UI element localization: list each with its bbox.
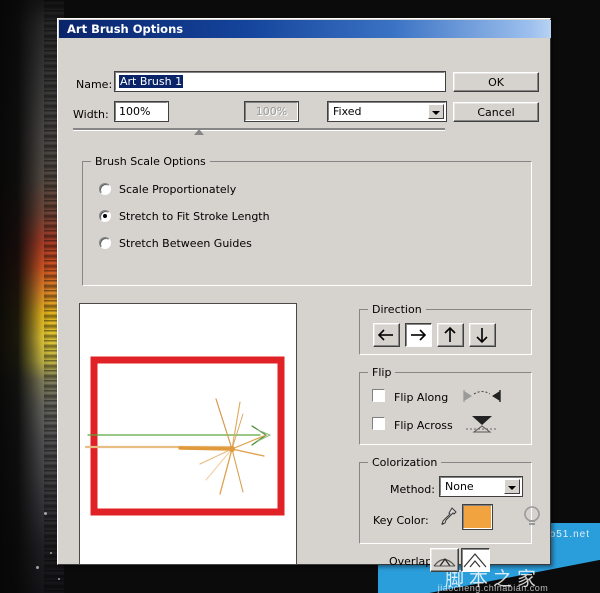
arrow-up-icon xyxy=(444,326,456,342)
art-brush-options-dialog: Art Brush Options Name: Art Brush 1 Widt… xyxy=(57,18,551,572)
radio-label: Scale Proportionately xyxy=(119,183,237,196)
method-label: Method: xyxy=(390,483,435,496)
overlap-prevented-button[interactable] xyxy=(461,548,490,572)
ok-button-label: OK xyxy=(488,76,504,89)
flip-across-label: Flip Across xyxy=(394,419,453,432)
width-variance-value: 100% xyxy=(255,105,288,118)
direction-title: Direction xyxy=(368,303,426,316)
radio-label: Stretch to Fit Stroke Length xyxy=(119,210,270,223)
radio-button[interactable] xyxy=(99,237,111,249)
arrow-down-icon xyxy=(476,328,488,344)
flip-title: Flip xyxy=(368,366,396,379)
tip-bulb-icon[interactable] xyxy=(522,505,542,529)
brush-preview[interactable] xyxy=(79,303,297,565)
colorization-method-value: None xyxy=(445,480,474,493)
direction-group: Direction xyxy=(359,303,532,355)
cancel-button-label: Cancel xyxy=(477,106,515,119)
key-color-swatch[interactable] xyxy=(462,504,493,530)
brush-scale-options-title: Brush Scale Options xyxy=(91,155,210,168)
brush-preview-artwork xyxy=(84,356,285,516)
flip-across-checkbox[interactable] xyxy=(371,416,386,431)
width-slider-track[interactable] xyxy=(73,128,445,131)
watermark-site: jb51.net xyxy=(546,529,590,540)
background-photo-shadow xyxy=(0,0,64,593)
overlap-allowed-icon xyxy=(433,557,456,567)
direction-up-button[interactable] xyxy=(437,323,464,347)
flip-along-icon xyxy=(463,390,501,402)
width-input-value: 100% xyxy=(119,105,151,118)
watermark-latin-text: jiaocheng.chinabian.com xyxy=(437,583,549,593)
brush-scale-options-group: Brush Scale Options Scale Proportionatel… xyxy=(82,155,532,286)
width-input[interactable]: 100% xyxy=(114,101,169,122)
colorization-method-select[interactable]: None xyxy=(439,476,523,497)
overlap-label: Overlap: xyxy=(389,555,436,568)
width-mode-value: Fixed xyxy=(333,105,362,118)
background-speck xyxy=(36,566,39,569)
chevron-down-icon[interactable] xyxy=(504,479,520,494)
background-speck xyxy=(58,578,60,580)
width-slider-thumb[interactable] xyxy=(194,129,204,135)
flip-along-checkbox[interactable] xyxy=(371,388,386,403)
direction-right-button[interactable] xyxy=(405,323,432,347)
flip-group: Flip Flip Along Flip Across xyxy=(359,366,532,445)
dialog-body: Name: Art Brush 1 Width: 100% 100% Fixed… xyxy=(59,38,551,572)
overlap-allowed-button[interactable] xyxy=(430,548,459,572)
eyedropper-icon[interactable] xyxy=(439,506,457,528)
direction-down-button[interactable] xyxy=(469,323,496,347)
flip-across-icon xyxy=(466,416,498,433)
name-label: Name: xyxy=(76,78,113,91)
cancel-button[interactable]: Cancel xyxy=(453,102,539,122)
flip-along-label: Flip Along xyxy=(394,391,449,404)
colorization-group: Colorization Method: None Key Color: xyxy=(359,456,540,544)
overlap-prevented-icon xyxy=(463,553,487,568)
name-input[interactable]: Art Brush 1 xyxy=(114,71,446,92)
background-speck xyxy=(44,512,47,515)
ok-button[interactable]: OK xyxy=(453,72,539,92)
colorization-title: Colorization xyxy=(368,456,442,469)
chevron-down-icon[interactable] xyxy=(428,104,444,119)
radio-button[interactable] xyxy=(99,183,111,195)
width-label: Width: xyxy=(73,108,109,121)
arrow-right-icon xyxy=(411,329,427,341)
key-color-label: Key Color: xyxy=(373,514,429,527)
radio-label: Stretch Between Guides xyxy=(119,237,252,250)
width-mode-select[interactable]: Fixed xyxy=(327,101,447,122)
background-speck xyxy=(50,552,52,554)
dialog-titlebar[interactable]: Art Brush Options xyxy=(59,20,551,38)
name-input-value: Art Brush 1 xyxy=(119,75,184,88)
width-variance-input: 100% xyxy=(244,101,299,122)
dialog-title: Art Brush Options xyxy=(67,22,184,36)
radio-button[interactable] xyxy=(99,210,111,222)
arrow-left-icon xyxy=(377,329,393,341)
direction-left-button[interactable] xyxy=(373,323,400,347)
